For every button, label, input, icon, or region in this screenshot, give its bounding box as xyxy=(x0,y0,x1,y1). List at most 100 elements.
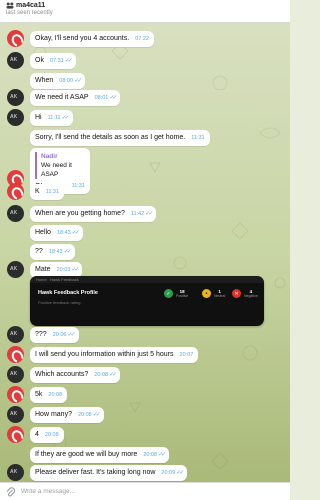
message-bubble[interactable]: K 11:31 xyxy=(30,184,65,200)
shared-screenshot-preview[interactable]: Home Hawk Feedback Hawk Feedback Profile… xyxy=(30,276,264,326)
read-checkmarks-icon: ✓✓ xyxy=(67,332,75,338)
message-bubble[interactable]: When 08:00✓✓ xyxy=(30,73,86,89)
message-bubble[interactable]: If they are good we will buy more 20:08✓✓ xyxy=(30,447,170,463)
message-bubble[interactable]: 5k 20:08 xyxy=(30,387,68,403)
message-text: K xyxy=(35,188,40,195)
read-checkmarks-icon: ✓✓ xyxy=(74,78,82,84)
message-text: Which accounts? xyxy=(35,371,89,378)
message-input[interactable] xyxy=(21,488,261,495)
message-time: 20:08 xyxy=(77,412,92,418)
chat-title: ma4ca11 xyxy=(16,2,46,9)
avatar[interactable] xyxy=(7,30,24,47)
check-icon: ✓ xyxy=(164,289,173,298)
message-time: 11:42 xyxy=(130,211,145,217)
screenshot-topbar: Home Hawk Feedback xyxy=(30,276,264,283)
screenshot-topbar-left: Home xyxy=(36,277,47,282)
chat-header: ma4ca11 last seen recently xyxy=(0,0,290,23)
message-text: Mate xyxy=(35,266,51,273)
message-bubble[interactable]: When are you getting home? 11:42✓✓ xyxy=(30,206,157,222)
message-bubble[interactable]: How many? 20:08✓✓ xyxy=(30,407,104,423)
message-bubble[interactable]: We need it ASAP 08:01✓✓ xyxy=(30,90,121,106)
message-text: How many? xyxy=(35,411,72,418)
avatar[interactable] xyxy=(7,89,24,106)
message-bubble[interactable]: Hi 11:11✓✓ xyxy=(30,110,73,126)
screenshot-title: Hawk Feedback Profile xyxy=(38,290,98,296)
avatar[interactable] xyxy=(7,261,24,278)
message-time: 20:09 xyxy=(161,470,176,476)
message-time: 20:08 xyxy=(48,392,63,398)
avatar[interactable] xyxy=(7,52,24,69)
chat-title-row[interactable]: ma4ca11 xyxy=(6,2,284,9)
message-time: 20:07 xyxy=(179,352,194,358)
screenshot-subtitle: Positive feedback rating xyxy=(38,300,81,305)
quoted-author: Nadir xyxy=(41,153,58,160)
read-checkmarks-icon: ✓✓ xyxy=(109,372,117,378)
message-time: 11:11 xyxy=(47,115,61,121)
message-text: ??? xyxy=(35,331,47,338)
last-seen-status: last seen recently xyxy=(6,10,53,16)
message-time: 20:08 xyxy=(44,432,59,438)
avatar[interactable] xyxy=(7,366,24,383)
message-time: 11:31 xyxy=(45,189,60,195)
cross-icon: ✕ xyxy=(232,289,241,298)
message-text: Sorry, I'll send the details as soon as … xyxy=(35,134,186,141)
quoted-message[interactable]: Nadir We need it ASAP xyxy=(35,152,85,179)
avatar[interactable] xyxy=(7,406,24,423)
message-bubble[interactable]: ??? 20:06✓✓ xyxy=(30,327,79,343)
message-bubble[interactable]: 4 20:08 xyxy=(30,427,64,443)
message-text: ?? xyxy=(35,248,43,255)
stat-label: Negative xyxy=(244,294,258,298)
avatar[interactable] xyxy=(7,205,24,222)
read-checkmarks-icon: ✓✓ xyxy=(61,115,70,121)
message-time: 07:22 xyxy=(135,36,149,42)
message-bubble[interactable]: Ok 07:31✓✓ xyxy=(30,53,76,69)
message-bubble[interactable]: ?? 18:43✓✓ xyxy=(30,244,75,260)
avatar[interactable] xyxy=(7,326,24,343)
neutral-face-icon: • xyxy=(202,289,211,298)
attach-paperclip-icon[interactable] xyxy=(6,486,15,497)
avatar[interactable] xyxy=(7,109,24,126)
read-checkmarks-icon: ✓✓ xyxy=(64,58,73,64)
message-text: We need it ASAP xyxy=(35,94,89,101)
avatar[interactable] xyxy=(7,464,24,481)
avatar[interactable] xyxy=(7,183,24,200)
message-time: 20:08 xyxy=(94,372,109,378)
read-checkmarks-icon: ✓✓ xyxy=(109,95,117,101)
message-text: When xyxy=(35,77,54,84)
message-time: 11:31 xyxy=(191,135,205,141)
read-checkmarks-icon: ✓✓ xyxy=(63,249,72,255)
message-bubble[interactable]: Sorry, I'll send the details as soon as … xyxy=(30,130,210,146)
message-time: 18:43 xyxy=(56,230,71,236)
message-text: 4 xyxy=(35,431,39,438)
read-checkmarks-icon: ✓✓ xyxy=(71,267,79,273)
message-time: 08:00 xyxy=(59,78,74,84)
message-time: 07:31 xyxy=(49,58,64,64)
message-text: I will send you information within just … xyxy=(35,351,174,358)
message-bubble[interactable]: Okay, I'll send you 4 accounts. 07:22 xyxy=(30,31,154,47)
group-icon xyxy=(6,2,14,9)
read-checkmarks-icon: ✓✓ xyxy=(145,211,153,217)
read-checkmarks-icon: ✓✓ xyxy=(176,470,184,476)
stat-positive: ✓ 18 Positive xyxy=(164,289,188,298)
message-text: When are you getting home? xyxy=(35,210,125,217)
message-text: Please deliver fast. It's taking long no… xyxy=(35,469,156,476)
read-checkmarks-icon: ✓✓ xyxy=(71,230,80,236)
screenshot-topbar-right: Hawk Feedback xyxy=(50,277,79,282)
message-bubble[interactable]: I will send you information within just … xyxy=(30,347,199,363)
message-time: 18:43 xyxy=(48,249,63,255)
message-text: Hi xyxy=(35,114,42,121)
message-bubble[interactable]: Please deliver fast. It's taking long no… xyxy=(30,465,188,481)
avatar[interactable] xyxy=(7,426,24,443)
message-composer xyxy=(0,482,290,500)
message-time: 08:01 xyxy=(94,95,109,101)
message-text: 5k xyxy=(35,391,43,398)
avatar[interactable] xyxy=(7,346,24,363)
message-time: 20:06 xyxy=(52,332,67,338)
read-checkmarks-icon: ✓✓ xyxy=(92,412,101,418)
message-time: 20:08 xyxy=(143,452,158,458)
message-bubble[interactable]: Which accounts? 20:08✓✓ xyxy=(30,367,121,383)
avatar[interactable] xyxy=(7,386,24,403)
quoted-text: We need it ASAP xyxy=(41,162,72,178)
message-bubble[interactable]: Hello 18:43✓✓ xyxy=(30,225,83,241)
message-list[interactable]: Okay, I'll send you 4 accounts. 07:22 Ok 0… xyxy=(0,23,290,482)
